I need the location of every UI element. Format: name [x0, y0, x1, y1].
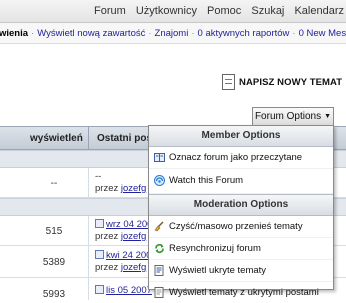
- new-messages-link[interactable]: 0 New Messages: [299, 28, 346, 39]
- views-count: 5389: [42, 257, 66, 268]
- last-post-icon: [95, 219, 104, 228]
- new-topic-button[interactable]: NAPISZ NOWY TEMAT: [222, 74, 342, 90]
- last-post-column-header[interactable]: Ostatni post: [97, 133, 155, 144]
- last-post-icon: [95, 285, 104, 294]
- current-page-label: wienia: [0, 28, 29, 39]
- quick-links-bar: wienia · Wyświetl nową zawartość · Znajomi · 0…: [0, 23, 346, 44]
- by-label: przez: [95, 183, 119, 194]
- last-post-date-link[interactable]: lis 05 2007: [106, 285, 152, 296]
- column-divider: [88, 216, 89, 246]
- watch-forum-icon: [154, 175, 165, 186]
- active-reports-link[interactable]: 0 aktywnych raportów: [198, 28, 290, 39]
- mark-read-icon: [154, 153, 165, 162]
- views-column-header[interactable]: wyświetleń: [30, 133, 83, 144]
- resync-forum-item[interactable]: Resynchronizuj forum: [149, 238, 333, 260]
- new-topic-label: NAPISZ NOWY TEMAT: [239, 76, 343, 88]
- last-poster-link[interactable]: jozefg: [121, 231, 146, 242]
- friends-link[interactable]: Znajomi: [155, 28, 189, 39]
- view-hidden-topics-item[interactable]: Wyświetl ukryte tematy: [149, 260, 333, 282]
- nav-help-link[interactable]: Pomoc: [207, 5, 241, 17]
- views-count: --: [50, 178, 58, 189]
- nav-forum-link[interactable]: Forum: [94, 5, 126, 17]
- watch-forum-label: Watch this Forum: [169, 175, 244, 186]
- column-divider: [88, 168, 89, 198]
- nav-calendar-link[interactable]: Kalendarz: [294, 5, 344, 17]
- mark-forum-read-label: Oznacz forum jako przeczytane: [169, 152, 303, 163]
- chevron-down-icon: ▼: [324, 113, 332, 120]
- column-divider: [88, 127, 89, 149]
- moderation-options-header: Moderation Options: [149, 194, 333, 216]
- by-label: przez: [95, 262, 119, 273]
- views-count: 5993: [42, 289, 66, 300]
- view-hidden-topics-label: Wyświetl ukryte tematy: [169, 265, 267, 276]
- hidden-posts-icon: [154, 287, 164, 298]
- views-count: 515: [45, 226, 63, 237]
- last-post-date: --: [95, 171, 102, 182]
- prune-move-topics-item[interactable]: Czyść/masowo przenieś tematy: [149, 216, 333, 238]
- prune-move-topics-label: Czyść/masowo przenieś tematy: [169, 221, 303, 232]
- forum-options-label: Forum Options: [254, 111, 322, 122]
- resync-icon: [155, 244, 164, 253]
- column-divider: [88, 278, 89, 300]
- column-divider: [88, 246, 89, 278]
- new-topic-doc-icon: [222, 74, 235, 90]
- nav-users-link[interactable]: Użytkownicy: [136, 5, 197, 17]
- mark-forum-read-item[interactable]: Oznacz forum jako przeczytane: [149, 147, 333, 169]
- hidden-topics-icon: [154, 265, 164, 276]
- last-poster-link[interactable]: jozefg: [121, 183, 146, 194]
- watch-forum-item[interactable]: Watch this Forum: [149, 169, 333, 194]
- nav-search-link[interactable]: Szukaj: [251, 5, 284, 17]
- top-navigation-bar: Forum Użytkownicy Pomoc Szukaj Kalendarz: [0, 0, 346, 23]
- last-post-icon: [95, 250, 104, 259]
- by-label: przez: [95, 231, 119, 242]
- forum-options-menu: Member Options Oznacz forum jako przeczy…: [148, 125, 334, 298]
- resync-forum-label: Resynchronizuj forum: [169, 243, 261, 254]
- member-options-header: Member Options: [149, 126, 333, 147]
- last-poster-link[interactable]: jozefg: [121, 262, 146, 273]
- view-hidden-posts-label: Wyświetl tematy z ukrytymi postami: [169, 287, 319, 298]
- forum-options-button[interactable]: Forum Options ▼: [252, 107, 334, 125]
- broom-icon: [154, 221, 164, 232]
- new-content-link[interactable]: Wyświetl nową zawartość: [37, 28, 145, 39]
